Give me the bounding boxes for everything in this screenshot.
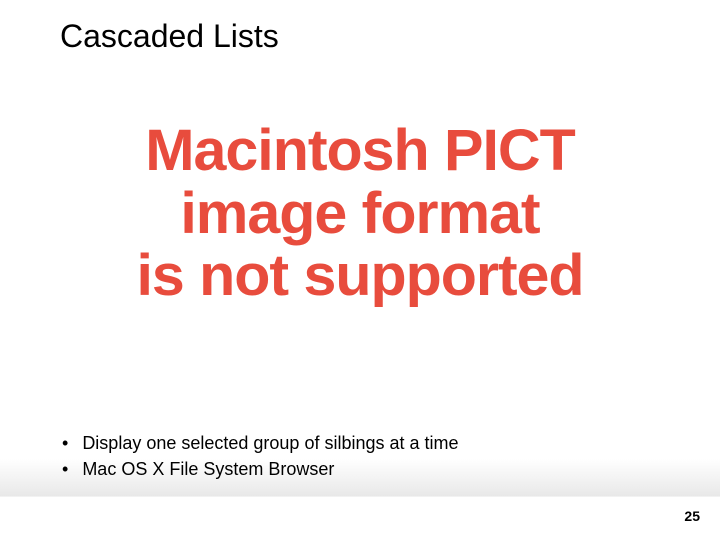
- error-line-3: is not supported: [0, 245, 720, 308]
- bullet-icon: •: [62, 432, 68, 454]
- unsupported-image-placeholder: Macintosh PICT image format is not suppo…: [0, 120, 720, 308]
- error-line-2: image format: [0, 183, 720, 246]
- footer: [0, 496, 720, 540]
- bullet-list: • Display one selected group of silbings…: [58, 432, 680, 484]
- error-line-1: Macintosh PICT: [0, 120, 720, 183]
- list-item: • Mac OS X File System Browser: [58, 458, 680, 480]
- bullet-text: Mac OS X File System Browser: [82, 458, 334, 480]
- bullet-text: Display one selected group of silbings a…: [82, 432, 458, 454]
- page-number: 25: [684, 508, 700, 524]
- slide: Cascaded Lists Macintosh PICT image form…: [0, 0, 720, 540]
- bullet-icon: •: [62, 458, 68, 480]
- slide-title: Cascaded Lists: [60, 18, 279, 55]
- list-item: • Display one selected group of silbings…: [58, 432, 680, 454]
